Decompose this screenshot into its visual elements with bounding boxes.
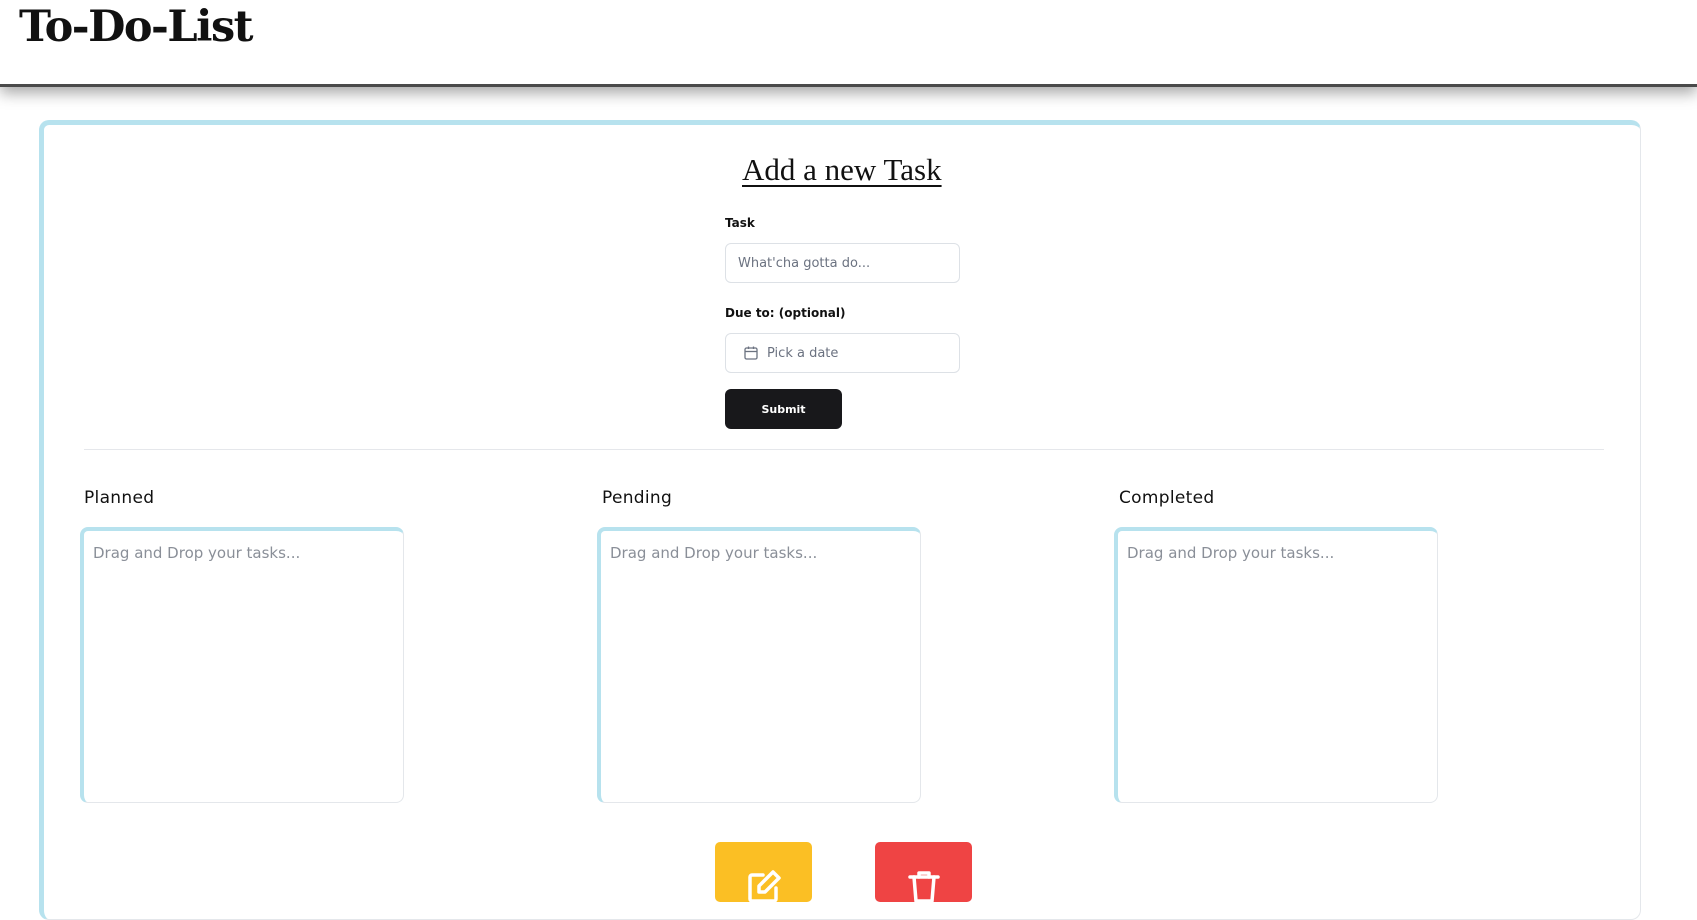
date-picker-button[interactable]: Pick a date: [725, 333, 960, 373]
drop-zone-planned[interactable]: Drag and Drop your tasks...: [80, 527, 404, 803]
section-divider: [84, 449, 1604, 450]
date-picker-placeholder: Pick a date: [767, 345, 839, 361]
delete-button[interactable]: [875, 842, 972, 903]
drop-zone-placeholder: Drag and Drop your tasks...: [610, 544, 818, 562]
drop-zone-placeholder: Drag and Drop your tasks...: [93, 544, 301, 562]
task-input[interactable]: [725, 243, 960, 283]
submit-button[interactable]: Submit: [725, 389, 842, 429]
app-header: To-Do-List: [0, 0, 1697, 87]
drop-zone-completed[interactable]: Drag and Drop your tasks...: [1114, 527, 1438, 803]
app-title: To-Do-List: [19, 2, 254, 52]
drop-zone-placeholder: Drag and Drop your tasks...: [1127, 544, 1335, 562]
pencil-icon: [744, 867, 784, 903]
drop-zone-pending[interactable]: Drag and Drop your tasks...: [597, 527, 921, 803]
calendar-icon: [743, 345, 759, 361]
form-title: Add a new Task: [742, 152, 942, 187]
due-date-label: Due to: (optional): [725, 306, 846, 320]
column-title-completed: Completed: [1119, 488, 1215, 508]
column-title-planned: Planned: [84, 488, 155, 508]
trash-icon: [904, 867, 944, 903]
task-label: Task: [725, 216, 755, 230]
edit-button[interactable]: [715, 842, 812, 903]
column-title-pending: Pending: [602, 488, 673, 508]
